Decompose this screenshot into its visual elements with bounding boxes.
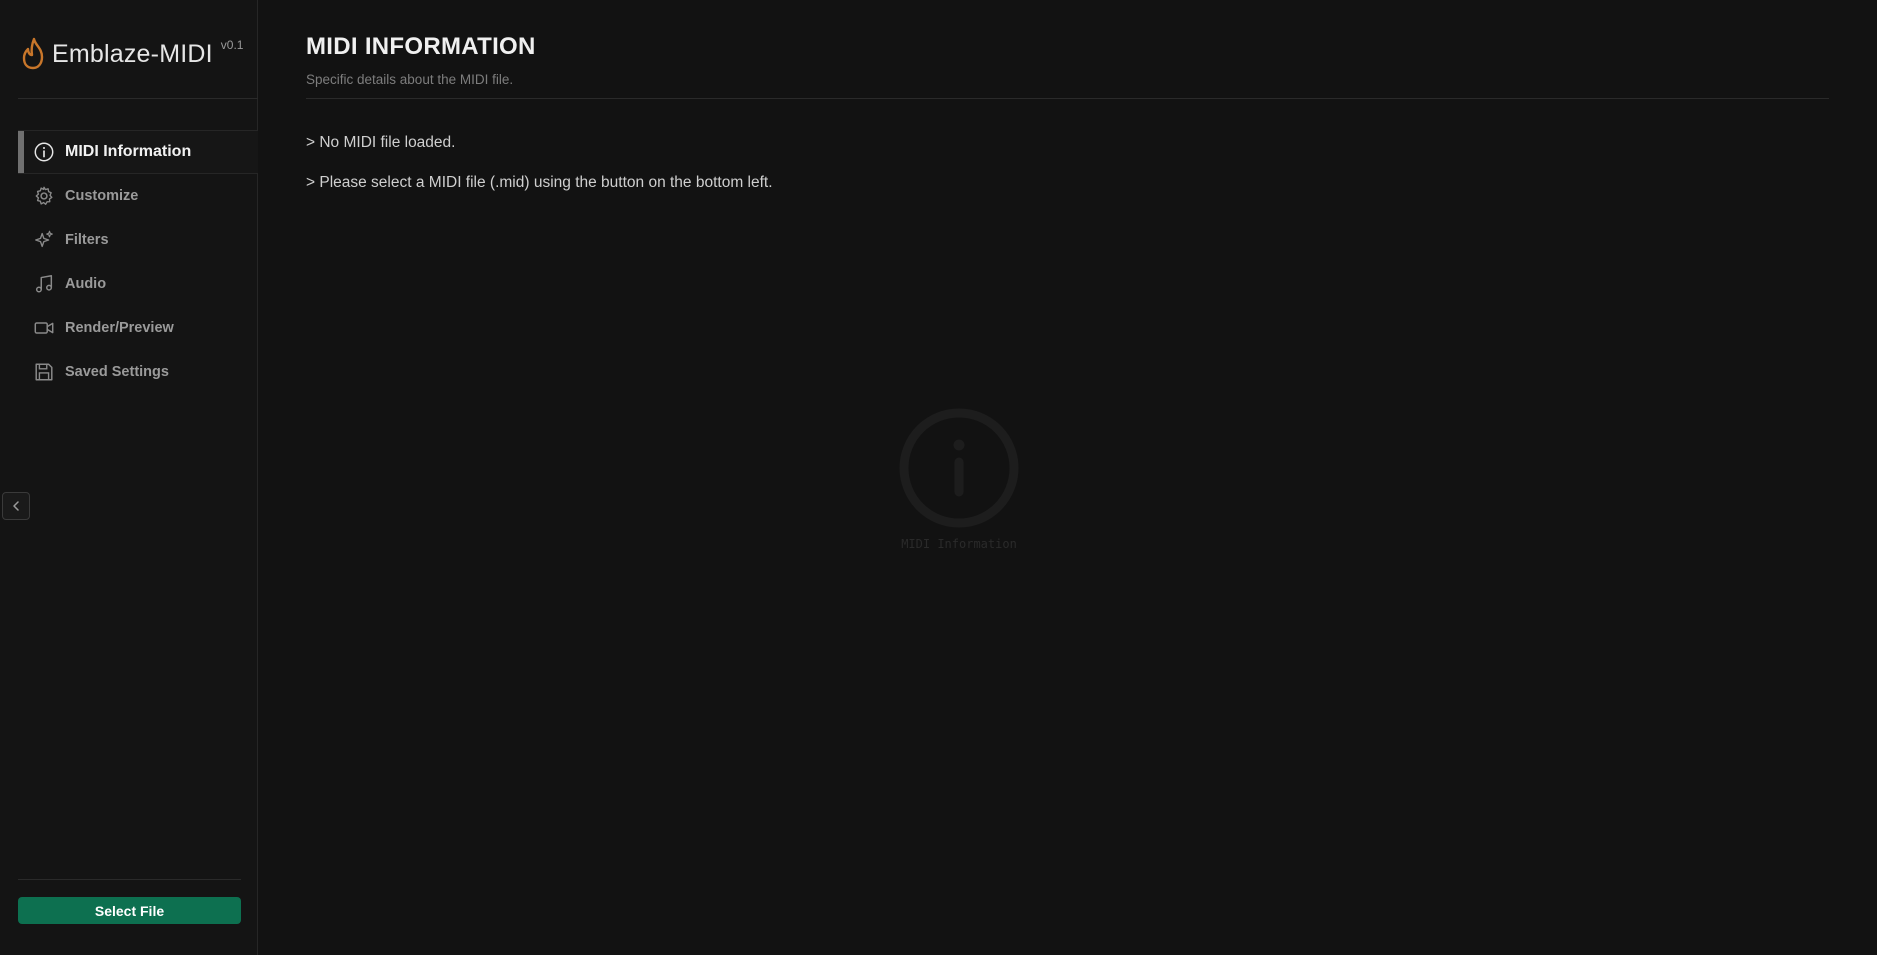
sparkles-icon [33,229,55,251]
sidebar-item-customize[interactable]: Customize [18,174,258,218]
music-note-icon [33,273,55,295]
video-camera-icon [33,317,55,339]
app-window: Emblaze-MIDI v0.1 MIDI Information Custo… [0,0,1877,955]
sidebar-divider [18,98,258,99]
sidebar-item-saved-settings[interactable]: Saved Settings [18,350,258,394]
sidebar-item-label: MIDI Information [65,143,192,160]
sidebar: Emblaze-MIDI v0.1 MIDI Information Custo… [0,0,258,955]
sidebar-item-label: Filters [65,232,109,248]
sidebar-item-label: Customize [65,188,139,204]
page-subtitle: Specific details about the MIDI file. [306,72,514,87]
save-icon [33,361,55,383]
main-content: MIDI INFORMATION Specific details about … [259,0,1877,955]
sidebar-item-filters[interactable]: Filters [18,218,258,262]
brand-version: v0.1 [220,38,244,52]
sidebar-item-label: Render/Preview [65,320,174,336]
sidebar-item-label: Audio [65,276,107,292]
header-divider [306,98,1829,99]
status-message: > No MIDI file loaded. [306,134,456,151]
sidebar-item-audio[interactable]: Audio [18,262,258,306]
brand: Emblaze-MIDI v0.1 [20,36,243,72]
collapse-sidebar-button[interactable] [2,492,30,520]
status-message: > Please select a MIDI file (.mid) using… [306,174,773,191]
sidebar-item-render-preview[interactable]: Render/Preview [18,306,258,350]
sidebar-divider [18,879,241,880]
sidebar-nav: MIDI Information Customize Filters Audio [18,130,258,394]
flame-icon [20,37,48,71]
gear-icon [33,185,55,207]
chevron-left-icon [13,501,19,511]
brand-name: Emblaze-MIDI [52,39,213,68]
info-icon [899,408,1019,528]
watermark-label: MIDI Information [901,537,1017,551]
info-icon [33,141,55,163]
page-title: MIDI INFORMATION [306,33,536,60]
select-file-button[interactable]: Select File [18,897,241,924]
sidebar-item-label: Saved Settings [65,364,169,380]
empty-state-watermark: MIDI Information [879,408,1039,551]
sidebar-item-midi-information[interactable]: MIDI Information [18,130,258,174]
